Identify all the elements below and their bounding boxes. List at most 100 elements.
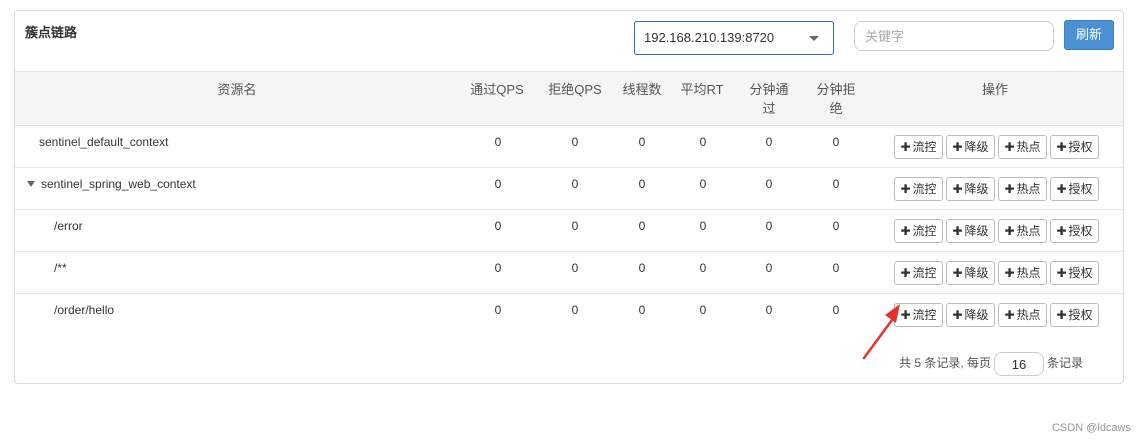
table-row: /order/hello 0 0 0 0 0 0 ✚ 流控 ✚ 降级 ✚ 热点 ✚ 授权 xyxy=(15,294,1123,336)
minute-pass-cell: 0 xyxy=(765,177,773,191)
watermark: CSDN @ldcaws xyxy=(1051,422,1131,434)
plus-icon: ✚ xyxy=(900,140,911,154)
plus-icon: ✚ xyxy=(1056,224,1067,238)
minute-block-cell: 0 xyxy=(832,261,840,275)
pagination: 共 5 条记录, 每页 16 条记录 xyxy=(899,351,1083,376)
minute-pass-cell: 0 xyxy=(765,135,773,149)
plus-icon: ✚ xyxy=(1056,140,1067,154)
flow-control-label: 流控 xyxy=(912,140,937,154)
pass-qps-cell: 0 xyxy=(494,177,502,191)
keyword-search-input[interactable] xyxy=(854,21,1054,51)
resource-name: /order/hello xyxy=(54,303,115,317)
threads-cell: 0 xyxy=(638,303,646,317)
header-operations: 操作 xyxy=(981,82,1008,97)
block-qps-cell: 0 xyxy=(571,219,579,233)
flow-control-button[interactable]: ✚ 流控 xyxy=(894,261,943,285)
red-arrow-annotation xyxy=(862,304,900,360)
flow-control-button[interactable]: ✚ 流控 xyxy=(894,219,943,243)
degrade-button[interactable]: ✚ 降级 xyxy=(946,303,995,327)
degrade-button[interactable]: ✚ 降级 xyxy=(946,135,995,159)
hotspot-label: 热点 xyxy=(1016,182,1041,196)
hotspot-button[interactable]: ✚ 热点 xyxy=(998,219,1047,243)
table-row: sentinel_spring_web_context 0 0 0 0 0 0 … xyxy=(15,168,1123,210)
minute-block-cell: 0 xyxy=(832,303,840,317)
table-row: /** 0 0 0 0 0 0 ✚ 流控 ✚ 降级 ✚ 热点 ✚ 授权 xyxy=(15,252,1123,294)
pass-qps-cell: 0 xyxy=(494,219,502,233)
resource-table: 资源名 通过QPS 拒绝QPS 线程数 平均RT 分钟通过 分钟拒绝 操作 se… xyxy=(15,71,1123,336)
authority-button[interactable]: ✚ 授权 xyxy=(1050,219,1099,243)
degrade-label: 降级 xyxy=(964,224,989,238)
minute-pass-cell: 0 xyxy=(765,219,773,233)
block-qps-cell: 0 xyxy=(571,261,579,275)
resource-name: /error xyxy=(54,219,83,233)
authority-button[interactable]: ✚ 授权 xyxy=(1050,135,1099,159)
cluster-link-panel: 簇点链路 192.168.210.139:8720 刷新 资源名 通过QPS 拒… xyxy=(14,10,1124,384)
flow-control-button[interactable]: ✚ 流控 xyxy=(894,135,943,159)
degrade-label: 降级 xyxy=(964,308,989,322)
authority-label: 授权 xyxy=(1068,308,1093,322)
plus-icon: ✚ xyxy=(1004,224,1015,238)
hotspot-label: 热点 xyxy=(1016,308,1041,322)
plus-icon: ✚ xyxy=(952,140,963,154)
degrade-button[interactable]: ✚ 降级 xyxy=(946,219,995,243)
resource-name: sentinel_spring_web_context xyxy=(41,177,196,191)
block-qps-cell: 0 xyxy=(571,177,579,191)
avg-rt-cell: 0 xyxy=(699,219,707,233)
header-minute-block: 分钟拒绝 xyxy=(816,82,856,116)
pass-qps-cell: 0 xyxy=(494,135,502,149)
hotspot-button[interactable]: ✚ 热点 xyxy=(998,261,1047,285)
resource-name: /** xyxy=(54,261,67,275)
threads-cell: 0 xyxy=(638,135,646,149)
header-resource-name: 资源名 xyxy=(217,82,257,97)
plus-icon: ✚ xyxy=(900,266,911,280)
plus-icon: ✚ xyxy=(952,182,963,196)
block-qps-cell: 0 xyxy=(571,135,579,149)
caret-down-icon[interactable] xyxy=(27,181,35,187)
degrade-label: 降级 xyxy=(964,182,989,196)
flow-control-label: 流控 xyxy=(912,266,937,280)
flow-control-button[interactable]: ✚ 流控 xyxy=(894,177,943,201)
plus-icon: ✚ xyxy=(1004,182,1015,196)
hotspot-button[interactable]: ✚ 热点 xyxy=(998,177,1047,201)
minute-pass-cell: 0 xyxy=(765,303,773,317)
degrade-label: 降级 xyxy=(964,266,989,280)
degrade-button[interactable]: ✚ 降级 xyxy=(946,177,995,201)
authority-label: 授权 xyxy=(1068,140,1093,154)
avg-rt-cell: 0 xyxy=(699,261,707,275)
chevron-down-icon xyxy=(809,36,819,41)
authority-button[interactable]: ✚ 授权 xyxy=(1050,303,1099,327)
hotspot-button[interactable]: ✚ 热点 xyxy=(998,135,1047,159)
plus-icon: ✚ xyxy=(1004,308,1015,322)
threads-cell: 0 xyxy=(638,177,646,191)
machine-select-value: 192.168.210.139:8720 xyxy=(644,30,775,45)
header-avg-rt: 平均RT xyxy=(680,82,724,97)
plus-icon: ✚ xyxy=(900,182,911,196)
degrade-button[interactable]: ✚ 降级 xyxy=(946,261,995,285)
minute-block-cell: 0 xyxy=(832,135,840,149)
authority-label: 授权 xyxy=(1068,182,1093,196)
minute-pass-cell: 0 xyxy=(765,261,773,275)
avg-rt-cell: 0 xyxy=(699,303,707,317)
plus-icon: ✚ xyxy=(952,266,963,280)
block-qps-cell: 0 xyxy=(571,303,579,317)
plus-icon: ✚ xyxy=(952,308,963,322)
plus-icon: ✚ xyxy=(1004,266,1015,280)
machine-select[interactable]: 192.168.210.139:8720 xyxy=(634,21,834,55)
pagination-prefix: 共 5 条记录, 每页 xyxy=(899,356,992,370)
hotspot-label: 热点 xyxy=(1016,140,1041,154)
plus-icon: ✚ xyxy=(900,224,911,238)
authority-button[interactable]: ✚ 授权 xyxy=(1050,177,1099,201)
plus-icon: ✚ xyxy=(1056,182,1067,196)
refresh-button[interactable]: 刷新 xyxy=(1064,20,1114,50)
resource-name-cell: sentinel_spring_web_context xyxy=(27,177,427,191)
authority-label: 授权 xyxy=(1068,266,1093,280)
authority-button[interactable]: ✚ 授权 xyxy=(1050,261,1099,285)
degrade-label: 降级 xyxy=(964,140,989,154)
hotspot-button[interactable]: ✚ 热点 xyxy=(998,303,1047,327)
pass-qps-cell: 0 xyxy=(494,261,502,275)
table-row: sentinel_default_context 0 0 0 0 0 0 ✚ 流控… xyxy=(15,126,1123,168)
page-size-input[interactable]: 16 xyxy=(994,351,1045,376)
header-threads: 线程数 xyxy=(622,82,662,97)
flow-control-label: 流控 xyxy=(912,308,937,322)
authority-label: 授权 xyxy=(1068,224,1093,238)
